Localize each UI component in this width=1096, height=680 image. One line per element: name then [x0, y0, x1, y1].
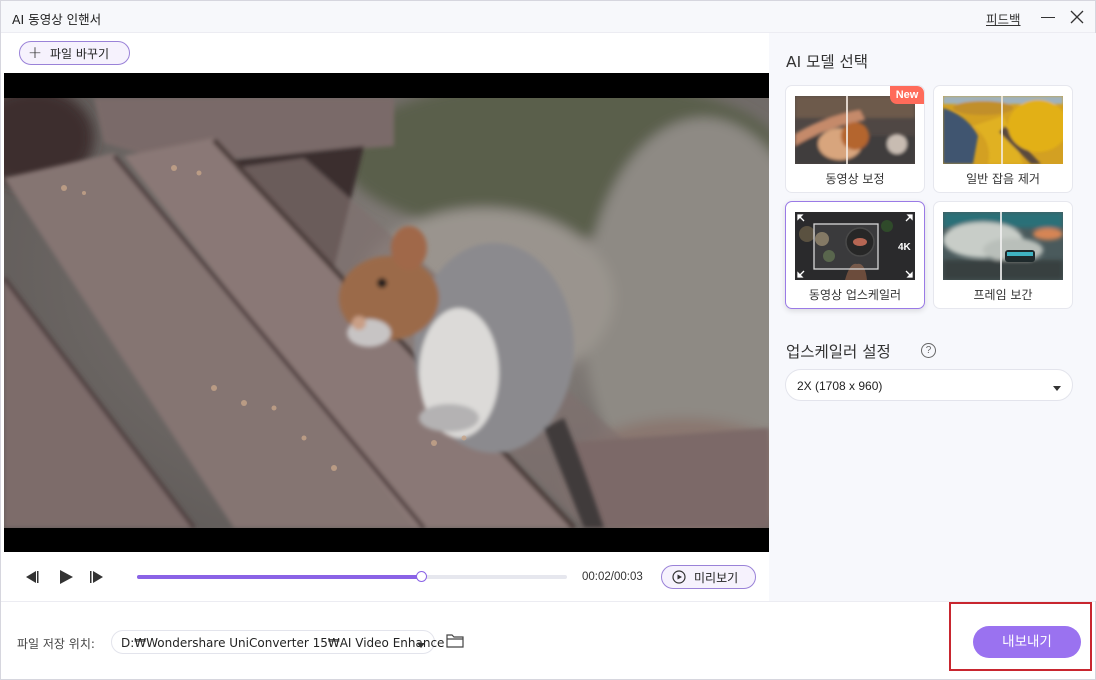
- progress-fill: [137, 575, 421, 579]
- video-frame: [4, 98, 769, 528]
- player-controls: 00:02/00:03 미리보기: [4, 552, 769, 601]
- video-enhance-thumbnail: [795, 96, 915, 164]
- save-path-value: D:₩Wondershare UniConverter 15₩AI Video …: [121, 636, 445, 650]
- ai-model-section-title: AI 모델 선택: [786, 53, 869, 71]
- chevron-down-icon: [416, 639, 426, 653]
- progress-slider[interactable]: [137, 571, 567, 582]
- resolution-value: 2X (1708 x 960): [797, 379, 883, 393]
- 4k-label: 4K: [898, 242, 912, 253]
- replace-file-button[interactable]: + 파일 바꾸기: [19, 41, 130, 65]
- preview-button[interactable]: 미리보기: [661, 565, 756, 589]
- model-card-frame-interpolation[interactable]: 프레임 보간: [933, 201, 1073, 309]
- save-path-dropdown[interactable]: D:₩Wondershare UniConverter 15₩AI Video …: [111, 630, 444, 654]
- video-upscaler-thumbnail: 4K: [795, 212, 915, 280]
- resolution-dropdown[interactable]: 2X (1708 x 960): [785, 369, 1073, 401]
- app-window: AI 동영상 인핸서 피드백 + 파일 바꾸기 00:02/00:03 미리보기…: [0, 0, 1096, 680]
- next-frame-icon[interactable]: [89, 569, 105, 588]
- play-icon[interactable]: [58, 569, 74, 588]
- feedback-link[interactable]: 피드백: [986, 9, 1021, 28]
- previous-frame-icon[interactable]: [24, 569, 40, 588]
- folder-icon[interactable]: [446, 633, 464, 652]
- close-icon[interactable]: [1068, 8, 1086, 26]
- save-location-label: 파일 저장 위치:: [17, 637, 95, 651]
- preview-play-icon: [672, 570, 686, 584]
- noise-removal-thumbnail: [943, 96, 1063, 164]
- frame-interpolation-thumbnail: [943, 212, 1063, 280]
- title-bar: AI 동영상 인핸서 피드백: [1, 1, 1095, 33]
- preview-label: 미리보기: [694, 570, 739, 585]
- squirrel-video-image: [4, 98, 769, 528]
- export-button[interactable]: 내보내기: [973, 626, 1081, 658]
- window-title: AI 동영상 인핸서: [12, 12, 102, 27]
- video-player[interactable]: [4, 73, 769, 552]
- minimize-icon[interactable]: [1039, 8, 1057, 26]
- model-label: 동영상 보정: [825, 172, 885, 186]
- model-card-noise-removal[interactable]: 일반 잡음 제거: [933, 85, 1073, 193]
- bottom-bar: 파일 저장 위치: D:₩Wondershare UniConverter 15…: [1, 601, 1095, 679]
- help-icon[interactable]: ?: [921, 343, 936, 358]
- model-card-video-enhance[interactable]: New 동영상 보정: [785, 85, 925, 193]
- model-card-video-upscaler[interactable]: 4K 동영상 업스케일러: [785, 201, 925, 309]
- settings-panel: AI 모델 선택 New 동영상 보정 일반 잡음 제거 4K 동영상 업스케일…: [769, 33, 1096, 601]
- new-badge: New: [890, 86, 924, 104]
- model-label: 프레임 보간: [973, 288, 1033, 302]
- model-label: 일반 잡음 제거: [966, 172, 1040, 186]
- upscaler-settings-title: 업스케일러 설정: [786, 343, 891, 361]
- chevron-down-icon: [1052, 381, 1062, 395]
- model-label: 동영상 업스케일러: [808, 288, 902, 302]
- time-display: 00:02/00:03: [582, 571, 643, 583]
- progress-thumb[interactable]: [415, 571, 427, 582]
- plus-icon: +: [27, 43, 43, 63]
- replace-file-label: 파일 바꾸기: [50, 46, 110, 61]
